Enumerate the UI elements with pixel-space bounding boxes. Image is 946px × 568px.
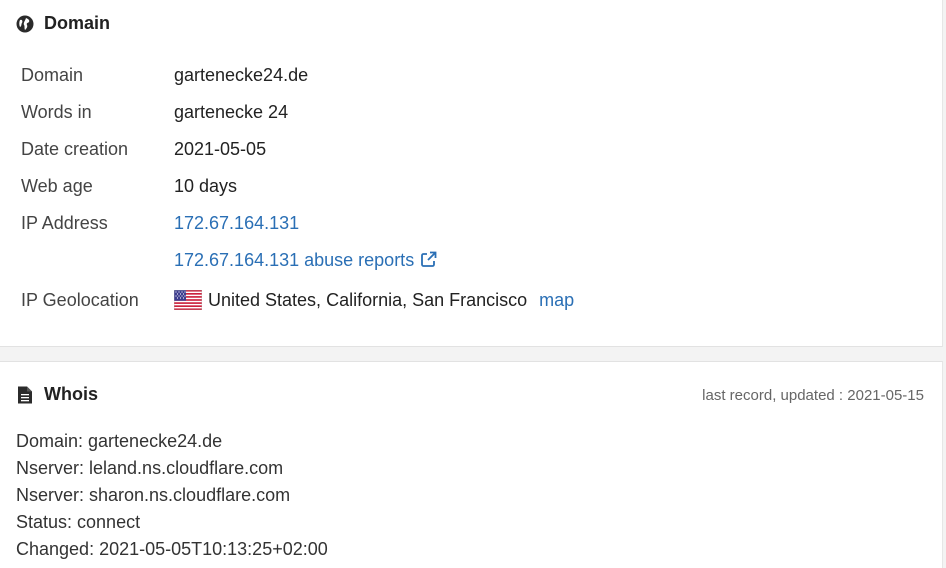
- domain-title: Domain: [44, 13, 111, 33]
- map-link[interactable]: map: [539, 290, 574, 311]
- whois-line: Nserver: sharon.ns.cloudflare.com: [16, 485, 291, 505]
- row-value: gartenecke24.de: [174, 64, 309, 85]
- document-icon: [16, 386, 34, 404]
- domain-header: Domain: [16, 13, 110, 34]
- row-value: 2021-05-05: [174, 138, 267, 159]
- domain-card: Domain Domain gartenecke24.de Words in g…: [0, 0, 943, 347]
- abuse-reports-label: 172.67.164.131 abuse reports: [174, 249, 415, 270]
- globe-icon: [16, 15, 34, 33]
- whois-line: Status: connect: [16, 512, 141, 532]
- info-row-web-age: Web age 10 days: [21, 174, 237, 198]
- row-label: Date creation: [21, 138, 129, 159]
- info-row-date-creation: Date creation 2021-05-05: [21, 137, 266, 161]
- row-label: Web age: [21, 175, 93, 196]
- us-flag-icon: [173, 289, 203, 311]
- info-row-abuse: 172.67.164.131 abuse reports: [21, 248, 437, 272]
- row-label: Words in: [21, 101, 92, 122]
- ip-address-link[interactable]: 172.67.164.131: [174, 213, 299, 234]
- info-row-domain: Domain gartenecke24.de: [21, 63, 308, 87]
- row-label: IP Address: [21, 212, 108, 233]
- whois-line: Changed: 2021-05-05T10:13:25+02:00: [16, 539, 328, 559]
- info-row-words: Words in gartenecke 24: [21, 100, 288, 124]
- row-label: Domain: [21, 64, 84, 85]
- whois-card: Whois last record, updated : 2021-05-15 …: [0, 361, 943, 568]
- geolocation-value: United States, California, San Francisco: [208, 289, 528, 310]
- row-label: IP Geolocation: [21, 289, 139, 310]
- whois-line: Nserver: leland.ns.cloudflare.com: [16, 458, 284, 478]
- info-row-geolocation: IP Geolocation United States, California…: [21, 288, 574, 312]
- row-value: gartenecke 24: [174, 101, 289, 122]
- abuse-reports-link[interactable]: 172.67.164.131 abuse reports: [174, 250, 437, 271]
- external-link-icon: [420, 251, 437, 268]
- whois-line: Domain: gartenecke24.de: [16, 431, 223, 451]
- row-value: 10 days: [174, 175, 238, 196]
- info-row-ip-address: IP Address 172.67.164.131: [21, 211, 299, 235]
- whois-title: Whois: [44, 384, 98, 404]
- last-updated-text: last record, updated : 2021-05-15: [702, 387, 924, 404]
- whois-header: Whois: [16, 384, 98, 405]
